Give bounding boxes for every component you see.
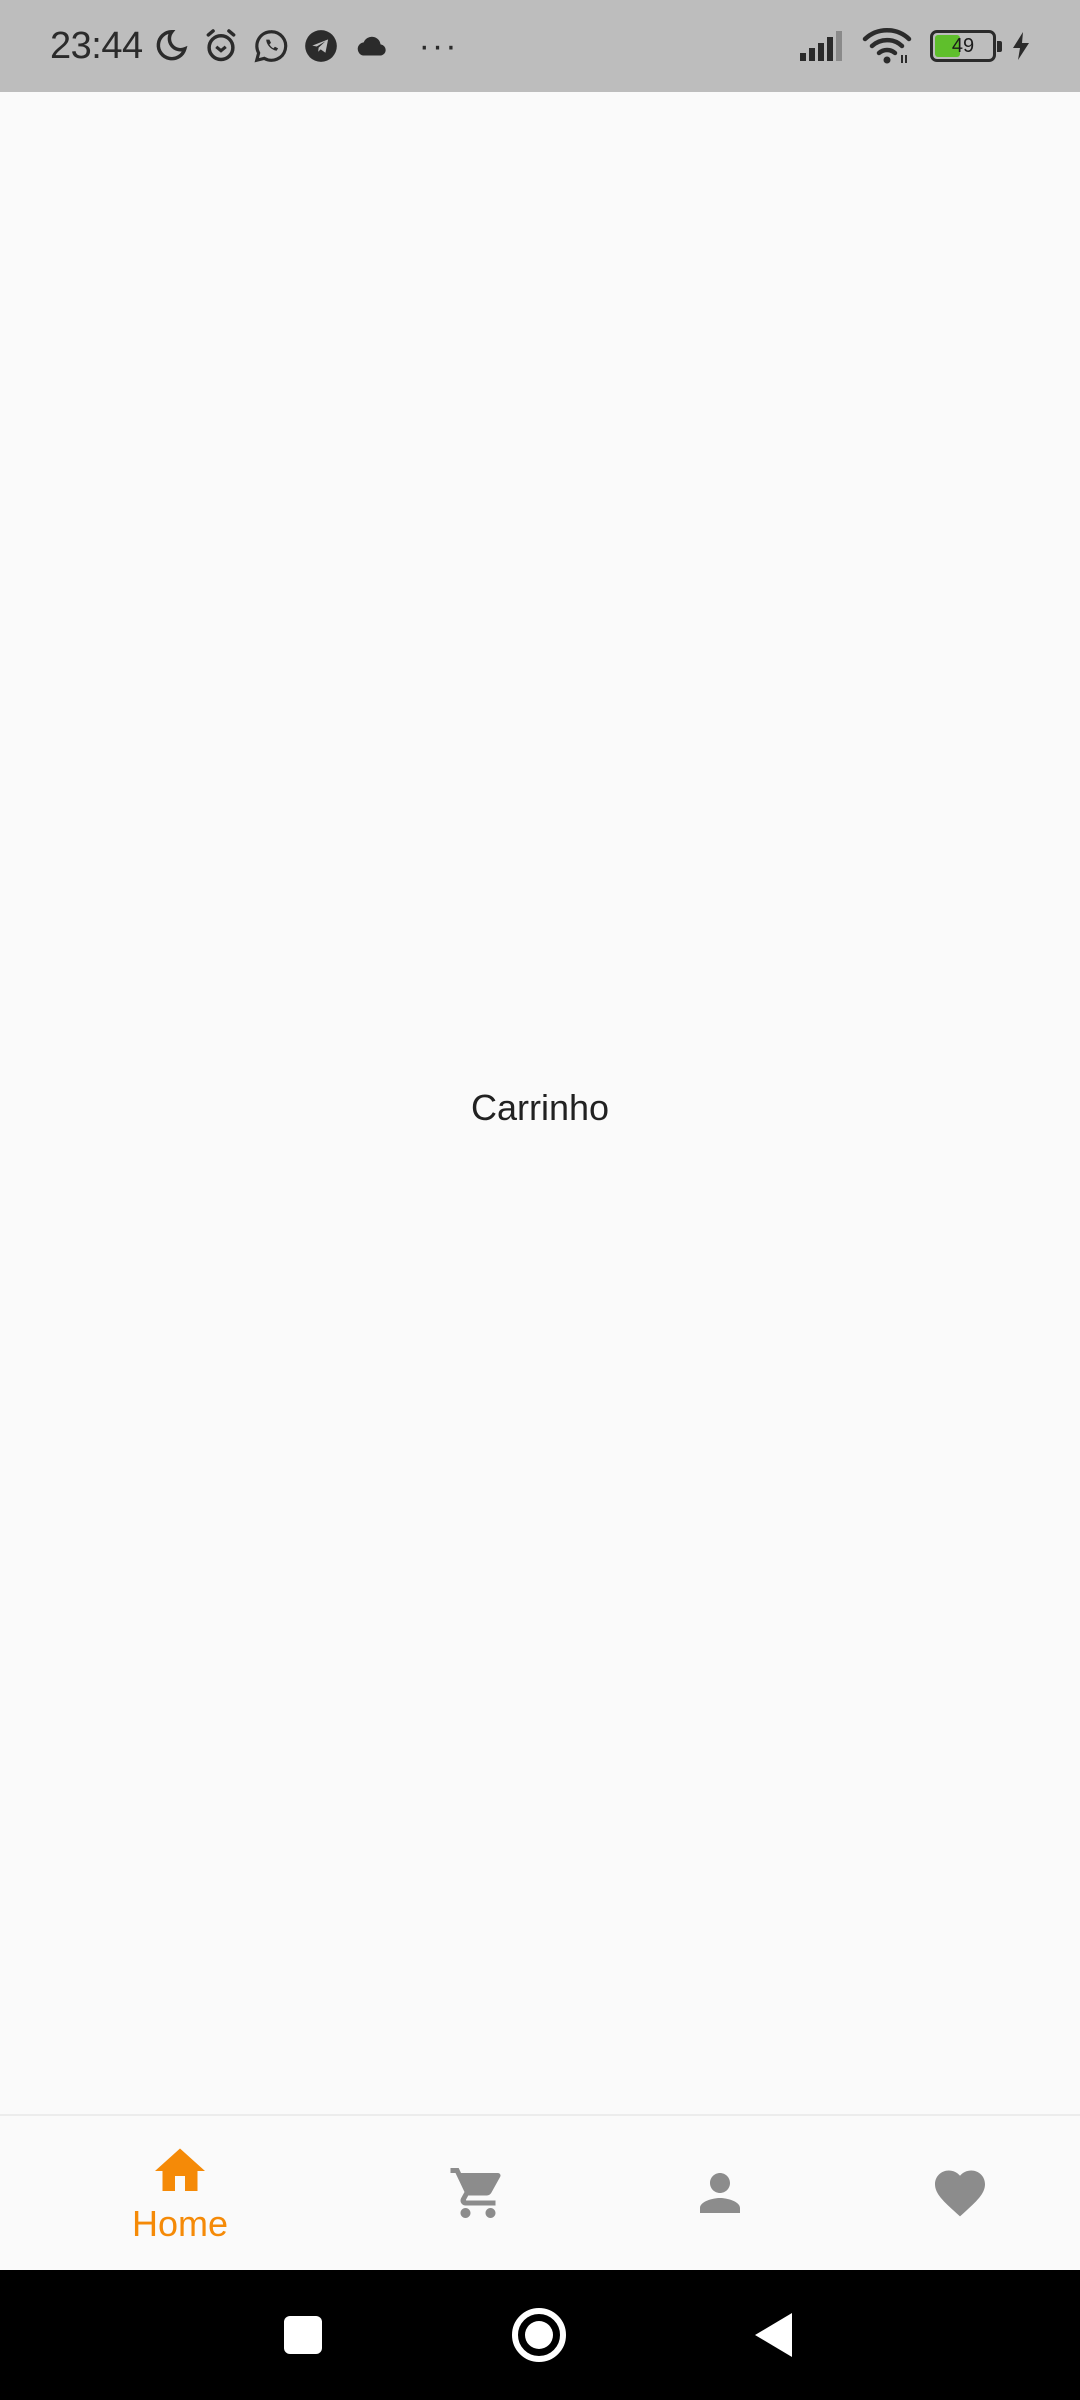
home-icon bbox=[155, 2148, 205, 2191]
battery-icon: 49 bbox=[930, 30, 1002, 62]
nav-item-cart[interactable] bbox=[398, 2116, 558, 2270]
page-text: Carrinho bbox=[470, 1087, 610, 1128]
signal-icon bbox=[798, 29, 848, 63]
status-right: 49 bbox=[784, 27, 1032, 65]
main-content: Carrinho bbox=[0, 92, 1080, 2114]
triangle-back-icon bbox=[755, 2313, 792, 2357]
bottom-navigation: Home bbox=[0, 2114, 1080, 2270]
recents-button[interactable] bbox=[238, 2270, 368, 2400]
home-button[interactable] bbox=[474, 2270, 604, 2400]
status-bar: 23:44 ··· 49 bbox=[0, 0, 1080, 92]
back-button[interactable] bbox=[708, 2270, 838, 2400]
nav-item-home[interactable]: Home bbox=[100, 2116, 260, 2270]
person-icon bbox=[700, 2173, 740, 2213]
circle-icon bbox=[512, 2308, 566, 2362]
cart-icon bbox=[450, 2168, 501, 2218]
nav-item-profile[interactable] bbox=[640, 2116, 800, 2270]
nav-label-home: Home bbox=[131, 2203, 229, 2244]
overflow-indicator: ··· bbox=[418, 27, 459, 65]
telegram-icon bbox=[301, 26, 341, 66]
battery-level: 49 bbox=[951, 34, 975, 57]
system-navigation-bar bbox=[0, 2270, 1080, 2400]
heart-icon bbox=[935, 2170, 985, 2217]
square-icon bbox=[284, 2316, 322, 2354]
cloud-icon bbox=[351, 26, 391, 66]
status-left: 23:44 ··· bbox=[50, 25, 459, 68]
moon-icon bbox=[151, 26, 191, 66]
alarm-icon bbox=[201, 26, 241, 66]
nav-item-favorites[interactable] bbox=[880, 2116, 1040, 2270]
whatsapp-icon bbox=[251, 26, 291, 66]
status-clock: 23:44 bbox=[50, 24, 143, 67]
charging-icon bbox=[1010, 31, 1032, 61]
battery-tip bbox=[997, 41, 1002, 52]
wifi-icon bbox=[862, 27, 912, 65]
